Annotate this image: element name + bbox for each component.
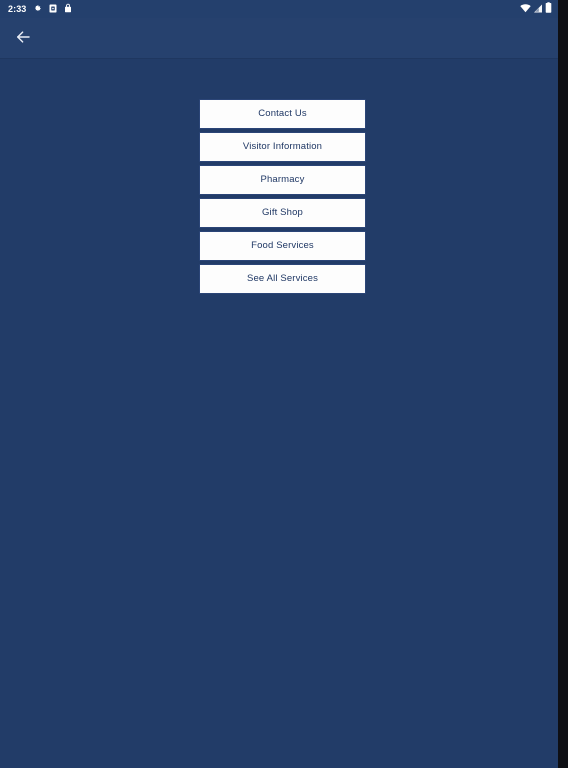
menu-item-see-all-services[interactable]: See All Services [199, 264, 366, 294]
menu-item-label: Food Services [251, 240, 314, 252]
gear-icon [33, 0, 42, 18]
status-bar: 2:33 [0, 0, 558, 18]
menu-item-food-services[interactable]: Food Services [199, 231, 366, 261]
menu-item-label: Contact Us [258, 108, 307, 120]
app-screen: 2:33 Contact Us Visitor Information Phar… [0, 0, 568, 768]
menu-item-label: Gift Shop [262, 207, 303, 219]
wifi-icon [520, 0, 531, 18]
screen-edge-strip [558, 0, 568, 768]
main-content: Contact Us Visitor Information Pharmacy … [0, 60, 558, 768]
battery-icon [545, 0, 552, 18]
menu-item-pharmacy[interactable]: Pharmacy [199, 165, 366, 195]
status-clock: 2:33 [8, 3, 27, 14]
menu-item-gift-shop[interactable]: Gift Shop [199, 198, 366, 228]
menu-item-contact-us[interactable]: Contact Us [199, 99, 366, 129]
cellular-signal-icon [533, 0, 543, 18]
sd-card-icon [49, 0, 57, 18]
menu-item-visitor-information[interactable]: Visitor Information [199, 132, 366, 162]
back-button[interactable] [10, 26, 36, 52]
menu-item-label: See All Services [246, 273, 319, 285]
menu-item-label: Pharmacy [260, 174, 305, 186]
lock-icon [64, 0, 72, 18]
app-bar [0, 18, 558, 59]
status-bar-right [520, 0, 552, 18]
services-menu-list: Contact Us Visitor Information Pharmacy … [199, 99, 366, 294]
status-bar-left: 2:33 [8, 0, 72, 18]
menu-item-label: Visitor Information [242, 141, 323, 153]
arrow-left-icon [14, 28, 32, 51]
